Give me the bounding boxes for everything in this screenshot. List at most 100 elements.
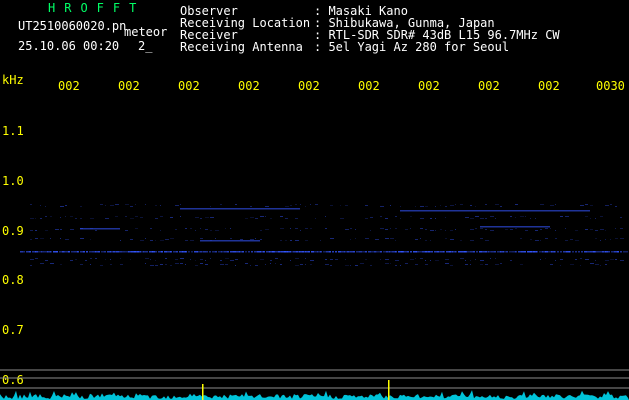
noise-dash	[540, 204, 544, 205]
signal-dash	[332, 251, 334, 253]
noise-dash	[315, 218, 316, 219]
noise-dash	[305, 228, 308, 229]
noise-dash	[410, 259, 414, 260]
signal-dash	[50, 251, 52, 253]
noise-dash	[95, 258, 97, 259]
noise-dash	[135, 216, 138, 217]
noise-dash	[410, 228, 411, 229]
noise-dash	[515, 217, 516, 218]
noise-dash	[495, 204, 499, 205]
noise-dash	[420, 206, 424, 207]
noise-dash	[510, 216, 512, 217]
noise-dash	[325, 228, 327, 229]
noise-dash	[285, 218, 288, 219]
noise-dash	[605, 230, 606, 231]
signal-dash	[359, 251, 362, 253]
noise-dash	[340, 218, 344, 219]
noise-dash	[180, 204, 181, 205]
signal-dash	[146, 251, 148, 253]
noise-dash	[190, 259, 191, 260]
noise-dash	[515, 204, 518, 205]
noise-dash	[255, 259, 256, 260]
noise-dash	[400, 265, 401, 266]
noise-dash	[35, 230, 37, 231]
signal-dash	[419, 251, 422, 253]
noise-dash	[425, 206, 428, 207]
time-tick-label: 002	[58, 79, 80, 93]
signal-dash	[29, 251, 31, 253]
noise-dash	[30, 239, 32, 240]
noise-dash	[385, 238, 389, 239]
signal-dash	[86, 251, 88, 253]
noise-dash	[490, 216, 494, 217]
noise-dash	[590, 205, 593, 206]
noise-dash	[580, 265, 581, 266]
noise-dash	[365, 205, 368, 206]
noise-dash	[395, 240, 396, 241]
noise-dash	[45, 260, 48, 261]
noise-dash	[500, 263, 502, 264]
signal-dash	[20, 251, 23, 253]
noise-dash	[70, 260, 73, 261]
noise-dash	[355, 238, 356, 239]
noise-dash	[470, 260, 471, 261]
noise-dash	[170, 217, 173, 218]
noise-dash	[450, 230, 453, 231]
noise-dash	[340, 205, 341, 206]
signal-dash	[209, 251, 211, 253]
noise-dash	[425, 264, 428, 265]
noise-dash	[330, 259, 333, 260]
noise-dash	[570, 239, 573, 240]
noise-dash	[435, 206, 436, 207]
noise-dash	[130, 218, 134, 219]
noise-dash	[160, 230, 161, 231]
noise-dash	[220, 204, 222, 205]
signal-dash	[239, 251, 242, 253]
noise-dash	[175, 259, 178, 260]
noise-dash	[195, 260, 196, 261]
noise-dash	[260, 216, 264, 217]
noise-dash	[500, 206, 502, 207]
noise-dash	[250, 239, 254, 240]
noise-dash	[30, 259, 34, 260]
signal-dash	[353, 251, 355, 253]
noise-dash	[455, 229, 456, 230]
noise-dash	[235, 265, 236, 266]
noise-dash	[75, 218, 77, 219]
noise-dash	[220, 264, 224, 265]
noise-dash	[285, 206, 289, 207]
noise-dash	[60, 217, 61, 218]
noise-dash	[100, 265, 103, 266]
noise-dash	[150, 228, 152, 229]
signal-dash	[572, 251, 574, 253]
noise-dash	[480, 238, 483, 239]
noise-dash	[445, 238, 447, 239]
noise-dash	[530, 239, 532, 240]
noise-dash	[575, 230, 578, 231]
noise-dash	[465, 260, 466, 261]
signal-dash	[71, 251, 74, 253]
noise-dash	[385, 259, 389, 260]
signal-dash	[101, 251, 104, 253]
signal-dash	[611, 251, 614, 253]
noise-dash	[150, 265, 154, 266]
noise-dash	[205, 264, 208, 265]
noise-dash	[460, 240, 462, 241]
noise-dash	[50, 263, 54, 264]
noise-dash	[295, 228, 298, 229]
noise-dash	[40, 218, 42, 219]
noise-dash	[235, 204, 237, 205]
noise-dash	[130, 239, 133, 240]
signal-dash	[581, 251, 583, 253]
noise-dash	[580, 205, 584, 206]
noise-dash	[270, 218, 272, 219]
signal-dash	[467, 251, 470, 253]
noise-dash	[440, 205, 441, 206]
noise-dash	[485, 204, 487, 205]
signal-dash	[428, 251, 431, 253]
noise-dash	[460, 204, 463, 205]
noise-dash	[265, 216, 266, 217]
noise-dash	[475, 206, 476, 207]
noise-dash	[160, 205, 161, 206]
noise-dash	[435, 230, 436, 231]
